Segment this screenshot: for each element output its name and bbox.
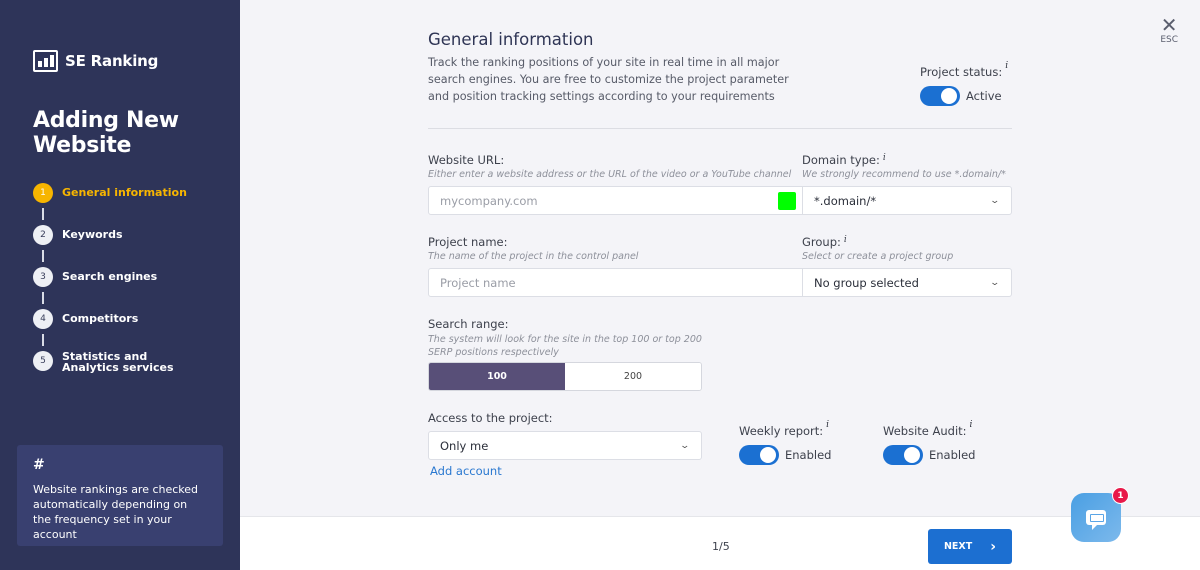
hint-text: Website rankings are checked automatical… — [33, 483, 199, 541]
sidebar: SE Ranking Adding New Website 1 General … — [0, 0, 240, 570]
step-number: 3 — [33, 267, 53, 287]
status-indicator-icon — [778, 191, 796, 210]
page-counter: 1/5 — [712, 540, 730, 553]
weekly-report-value: Enabled — [785, 448, 832, 462]
domain-type-group: Domain type: i We strongly recommend to u… — [802, 153, 1006, 180]
esc-label: ESC — [1160, 35, 1178, 45]
weekly-report-label: Weekly report: — [739, 424, 824, 438]
section-description: Track the ranking positions of your site… — [428, 56, 789, 103]
info-icon[interactable]: i — [826, 420, 829, 430]
close-button[interactable]: ✕ ESC — [1160, 13, 1178, 45]
access-label: Access to the project: — [428, 411, 553, 425]
step-search-engines[interactable]: 3 Search engines — [33, 267, 202, 309]
step-connector — [42, 292, 44, 304]
step-keywords[interactable]: 2 Keywords — [33, 225, 202, 267]
chevron-right-icon: › — [990, 538, 997, 555]
divider — [428, 128, 1012, 129]
project-name-label: Project name: — [428, 235, 508, 249]
step-label: Keywords — [62, 228, 123, 241]
logo-text: SE Ranking — [65, 52, 159, 70]
project-name-input[interactable]: Project name — [428, 268, 803, 297]
website-url-group: Website URL: Either enter a website addr… — [428, 153, 791, 180]
toggle-knob — [941, 88, 957, 104]
website-url-input[interactable]: mycompany.com — [428, 186, 803, 215]
domain-type-hint: We strongly recommend to use *.domain/* — [802, 169, 1006, 180]
search-range-toggle: 100 200 — [428, 362, 702, 391]
notification-badge: 1 — [1112, 487, 1129, 504]
group-hint: Select or create a project group — [802, 251, 954, 262]
step-label: General information — [62, 186, 187, 199]
weekly-report-toggle[interactable] — [739, 445, 779, 465]
info-icon[interactable]: i — [844, 235, 847, 245]
domain-type-select[interactable]: *.domain/* ⌄ — [802, 186, 1012, 215]
step-statistics-analytics[interactable]: 5 Statistics and Analytics services — [33, 351, 202, 393]
step-label: Search engines — [62, 270, 158, 283]
hash-icon: # — [33, 457, 45, 473]
weekly-report-group: Weekly report: i Enabled — [739, 420, 831, 465]
chevron-down-icon: ⌄ — [989, 195, 1001, 206]
step-general-information[interactable]: 1 General information — [33, 183, 202, 225]
step-competitors[interactable]: 4 Competitors — [33, 309, 202, 351]
toggle-knob — [760, 447, 776, 463]
step-number: 5 — [33, 351, 53, 371]
group-select[interactable]: No group selected ⌄ — [802, 268, 1012, 297]
access-group: Access to the project: — [428, 411, 553, 425]
website-audit-value: Enabled — [929, 448, 976, 462]
group-label: Group: — [802, 235, 841, 249]
domain-type-label: Domain type: — [802, 153, 880, 167]
search-range-option-100[interactable]: 100 — [429, 363, 565, 390]
hint-box: # Website rankings are checked automatic… — [17, 445, 223, 546]
project-name-placeholder: Project name — [440, 275, 516, 290]
logo[interactable]: SE Ranking — [33, 50, 158, 72]
access-value: Only me — [440, 438, 489, 453]
search-range-option-200[interactable]: 200 — [565, 363, 701, 390]
chevron-down-icon: ⌄ — [989, 277, 1001, 288]
search-range-hint: The system will look for the site in the… — [428, 334, 702, 358]
project-name-group: Project name: The name of the project in… — [428, 235, 638, 262]
footer: 1/5 NEXT › — [240, 516, 1200, 570]
website-audit-label: Website Audit: — [883, 424, 967, 438]
steps-list: 1 General information 2 Keywords 3 Searc… — [33, 183, 202, 393]
close-icon: ✕ — [1160, 13, 1178, 37]
website-audit-toggle[interactable] — [883, 445, 923, 465]
step-number: 2 — [33, 225, 53, 245]
next-button[interactable]: NEXT › — [928, 529, 1012, 564]
search-range-label: Search range: — [428, 317, 509, 331]
add-account-link[interactable]: Add account — [430, 464, 502, 478]
step-label: Competitors — [62, 312, 139, 325]
project-status-label: Project status: — [920, 65, 1003, 79]
chevron-down-icon: ⌄ — [679, 440, 691, 451]
step-label: Statistics and Analytics services — [62, 350, 174, 374]
domain-type-value: *.domain/* — [814, 193, 877, 208]
section-title: General information — [428, 30, 594, 49]
project-name-hint: The name of the project in the control p… — [428, 251, 639, 262]
toggle-knob — [904, 447, 920, 463]
sidebar-title: Adding New Website — [33, 108, 179, 158]
step-connector — [42, 334, 44, 346]
info-icon[interactable]: i — [970, 420, 973, 430]
chat-icon — [1086, 510, 1106, 530]
website-url-placeholder: mycompany.com — [440, 193, 538, 208]
bar-chart-logo-icon — [33, 50, 58, 72]
group-value: No group selected — [814, 275, 919, 290]
project-status-toggle[interactable] — [920, 86, 960, 106]
chat-widget-button[interactable]: 1 — [1071, 487, 1129, 542]
search-range-group: Search range: The system will look for t… — [428, 317, 718, 359]
website-audit-group: Website Audit: i Enabled — [883, 420, 975, 465]
project-status-value: Active — [966, 89, 1002, 103]
website-url-label: Website URL: — [428, 153, 505, 167]
website-url-hint: Either enter a website address or the UR… — [428, 169, 792, 180]
info-icon[interactable]: i — [1005, 61, 1008, 71]
step-connector — [42, 208, 44, 220]
group-group: Group: i Select or create a project group — [802, 235, 953, 262]
step-number: 1 — [33, 183, 53, 203]
step-connector — [42, 250, 44, 262]
project-status: Project status: i Active — [920, 61, 1008, 106]
next-label: NEXT — [943, 541, 973, 552]
step-number: 4 — [33, 309, 53, 329]
info-icon[interactable]: i — [883, 153, 886, 163]
access-select[interactable]: Only me ⌄ — [428, 431, 702, 460]
